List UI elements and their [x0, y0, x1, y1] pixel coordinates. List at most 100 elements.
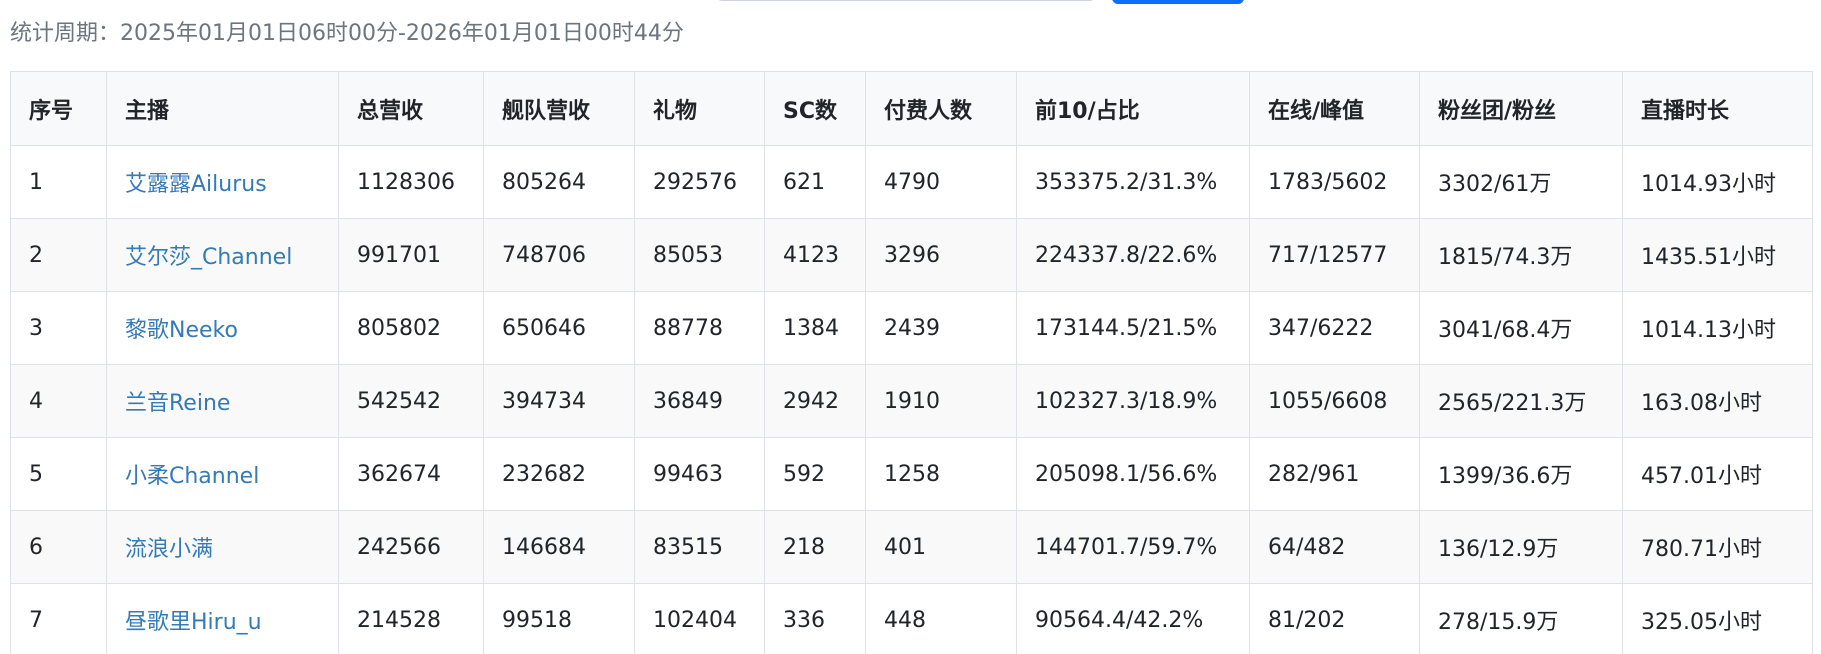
cell-online-peak: 282/961	[1249, 437, 1420, 511]
cell-paying-users: 448	[865, 583, 1017, 654]
cell-gift: 36849	[634, 364, 765, 438]
cell-guard-revenue: 748706	[483, 218, 635, 292]
header-top10-ratio: 前10/占比	[1016, 71, 1250, 146]
cell-streamer: 小柔Channel	[106, 437, 339, 511]
cell-online-peak: 1055/6608	[1249, 364, 1420, 438]
cell-online-peak: 81/202	[1249, 583, 1420, 654]
stats-period: 统计周期：2025年01月01日06时00分-2026年01月01日00时44分	[10, 21, 684, 46]
cell-fanclub-fans: 3302/61万	[1419, 145, 1623, 219]
cell-streamer: 流浪小满	[106, 510, 339, 584]
cell-sc-count: 336	[764, 583, 866, 654]
streamer-link[interactable]: 艾露露Ailurus	[125, 172, 267, 197]
cell-total-revenue: 242566	[338, 510, 484, 584]
cell-online-peak: 64/482	[1249, 510, 1420, 584]
cell-guard-revenue: 99518	[483, 583, 635, 654]
cell-paying-users: 2439	[865, 291, 1017, 365]
cell-fanclub-fans: 278/15.9万	[1419, 583, 1623, 654]
table-row: 2 艾尔莎_Channel 991701 748706 85053 4123 3…	[10, 218, 1813, 292]
cell-online-peak: 1783/5602	[1249, 145, 1420, 219]
cell-top10-ratio: 102327.3/18.9%	[1016, 364, 1250, 438]
cell-top10-ratio: 90564.4/42.2%	[1016, 583, 1250, 654]
cell-fanclub-fans: 1399/36.6万	[1419, 437, 1623, 511]
cell-total-revenue: 805802	[338, 291, 484, 365]
cell-sc-count: 592	[764, 437, 866, 511]
cell-fanclub-fans: 136/12.9万	[1419, 510, 1623, 584]
cell-gift: 292576	[634, 145, 765, 219]
cell-fanclub-fans: 2565/221.3万	[1419, 364, 1623, 438]
table-header-row: 序号 主播 总营收 舰队营收 礼物 SC数 付费人数 前10/占比 在线/峰值 …	[10, 71, 1813, 146]
table-row: 3 黎歌Neeko 805802 650646 88778 1384 2439 …	[10, 291, 1813, 365]
cell-guard-revenue: 146684	[483, 510, 635, 584]
table-row: 5 小柔Channel 362674 232682 99463 592 1258…	[10, 437, 1813, 511]
streamer-link[interactable]: 流浪小满	[125, 537, 213, 562]
header-streamer: 主播	[106, 71, 339, 146]
header-guard-revenue: 舰队营收	[483, 71, 635, 146]
cell-guard-revenue: 650646	[483, 291, 635, 365]
cell-paying-users: 1258	[865, 437, 1017, 511]
cell-gift: 99463	[634, 437, 765, 511]
cell-gift: 88778	[634, 291, 765, 365]
ranking-table: 序号 主播 总营收 舰队营收 礼物 SC数 付费人数 前10/占比 在线/峰值 …	[10, 71, 1813, 654]
cell-top10-ratio: 224337.8/22.6%	[1016, 218, 1250, 292]
header-total-revenue: 总营收	[338, 71, 484, 146]
cell-rank: 1	[10, 145, 107, 219]
cell-online-peak: 347/6222	[1249, 291, 1420, 365]
cell-gift: 102404	[634, 583, 765, 654]
cell-rank: 6	[10, 510, 107, 584]
streamer-link[interactable]: 艾尔莎_Channel	[125, 245, 292, 270]
cell-total-revenue: 1128306	[338, 145, 484, 219]
header-gift: 礼物	[634, 71, 765, 146]
cell-streamer: 艾尔莎_Channel	[106, 218, 339, 292]
cell-top10-ratio: 173144.5/21.5%	[1016, 291, 1250, 365]
cell-sc-count: 4123	[764, 218, 866, 292]
cell-rank: 3	[10, 291, 107, 365]
header-live-duration: 直播时长	[1622, 71, 1813, 146]
cell-rank: 5	[10, 437, 107, 511]
cell-live-duration: 457.01小时	[1622, 437, 1813, 511]
cell-total-revenue: 362674	[338, 437, 484, 511]
cell-online-peak: 717/12577	[1249, 218, 1420, 292]
cell-live-duration: 1014.93小时	[1622, 145, 1813, 219]
search-input[interactable]	[716, 0, 1096, 1]
streamer-link[interactable]: 昼歌里Hiru_u	[125, 610, 262, 635]
streamer-link[interactable]: 黎歌Neeko	[125, 318, 238, 343]
cell-live-duration: 780.71小时	[1622, 510, 1813, 584]
streamer-link[interactable]: 兰音Reine	[125, 391, 230, 416]
cell-rank: 2	[10, 218, 107, 292]
header-online-peak: 在线/峰值	[1249, 71, 1420, 146]
cell-paying-users: 3296	[865, 218, 1017, 292]
cell-guard-revenue: 805264	[483, 145, 635, 219]
cell-paying-users: 401	[865, 510, 1017, 584]
cell-top10-ratio: 353375.2/31.3%	[1016, 145, 1250, 219]
cell-sc-count: 218	[764, 510, 866, 584]
cell-fanclub-fans: 3041/68.4万	[1419, 291, 1623, 365]
table-row: 4 兰音Reine 542542 394734 36849 2942 1910 …	[10, 364, 1813, 438]
query-button[interactable]	[1112, 0, 1244, 4]
cell-top10-ratio: 144701.7/59.7%	[1016, 510, 1250, 584]
cell-paying-users: 4790	[865, 145, 1017, 219]
cell-top10-ratio: 205098.1/56.6%	[1016, 437, 1250, 511]
header-sc-count: SC数	[764, 71, 866, 146]
cell-rank: 7	[10, 583, 107, 654]
cell-live-duration: 1435.51小时	[1622, 218, 1813, 292]
cell-guard-revenue: 394734	[483, 364, 635, 438]
cell-live-duration: 1014.13小时	[1622, 291, 1813, 365]
cell-streamer: 昼歌里Hiru_u	[106, 583, 339, 654]
cell-streamer: 黎歌Neeko	[106, 291, 339, 365]
cell-total-revenue: 214528	[338, 583, 484, 654]
cell-total-revenue: 991701	[338, 218, 484, 292]
cell-streamer: 兰音Reine	[106, 364, 339, 438]
header-paying-users: 付费人数	[865, 71, 1017, 146]
cell-live-duration: 163.08小时	[1622, 364, 1813, 438]
top-controls	[0, 0, 1821, 6]
cell-gift: 85053	[634, 218, 765, 292]
table-row: 1 艾露露Ailurus 1128306 805264 292576 621 4…	[10, 145, 1813, 219]
cell-gift: 83515	[634, 510, 765, 584]
cell-fanclub-fans: 1815/74.3万	[1419, 218, 1623, 292]
cell-guard-revenue: 232682	[483, 437, 635, 511]
cell-paying-users: 1910	[865, 364, 1017, 438]
table-row: 6 流浪小满 242566 146684 83515 218 401 14470…	[10, 510, 1813, 584]
table-row: 7 昼歌里Hiru_u 214528 99518 102404 336 448 …	[10, 583, 1813, 654]
cell-sc-count: 621	[764, 145, 866, 219]
streamer-link[interactable]: 小柔Channel	[125, 464, 259, 489]
